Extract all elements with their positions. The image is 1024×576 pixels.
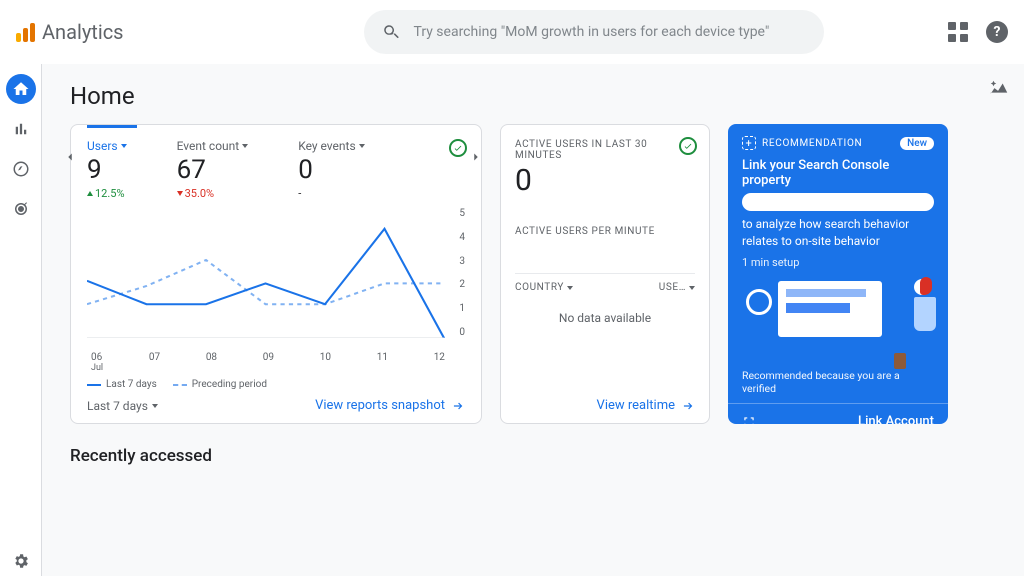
chevron-left-icon	[63, 150, 77, 164]
reco-because: Recommended because you are a verified	[742, 369, 934, 395]
apps-grid-icon[interactable]	[948, 22, 968, 42]
rt-value: 0	[515, 163, 695, 198]
reco-badge: + RECOMMENDATION	[742, 136, 862, 150]
rt-col-users[interactable]: USE…	[659, 282, 695, 293]
nav-admin[interactable]	[6, 546, 36, 576]
reco-illustration	[742, 275, 934, 365]
nav-explore[interactable]	[6, 154, 36, 184]
link-account-button[interactable]: Link Account	[858, 414, 934, 424]
next-arrow[interactable]	[469, 149, 483, 163]
app-name: Analytics	[42, 20, 124, 44]
search-input[interactable]: Try searching "MoM growth in users for e…	[364, 10, 824, 54]
chevron-right-icon	[469, 150, 483, 164]
nav-reports[interactable]	[6, 114, 36, 144]
new-badge: New	[900, 137, 934, 150]
nav-home[interactable]	[6, 74, 36, 104]
caret-down-icon	[567, 286, 573, 290]
home-icon	[12, 80, 30, 98]
plus-icon: +	[742, 136, 756, 150]
caret-down-icon	[152, 404, 158, 408]
reco-title: Link your Search Console property	[742, 158, 934, 188]
verified-badge	[449, 139, 467, 157]
arrow-up-icon	[87, 191, 93, 196]
reco-desc: to analyze how search behavior relates t…	[742, 216, 934, 250]
realtime-card: ACTIVE USERS IN LAST 30 MINUTES 0 ACTIVE…	[500, 124, 710, 424]
view-realtime-link[interactable]: View realtime	[597, 398, 695, 413]
prev-arrow[interactable]	[63, 149, 77, 163]
rt-label: ACTIVE USERS IN LAST 30 MINUTES	[515, 139, 695, 161]
fullscreen-icon[interactable]	[742, 414, 756, 424]
overview-card: Users 9 12.5% Event count 67 35.0% Key e…	[70, 124, 482, 424]
check-icon	[683, 141, 693, 151]
reco-time: 1 min setup	[742, 256, 934, 269]
help-icon[interactable]: ?	[986, 21, 1008, 43]
caret-down-icon	[359, 144, 365, 148]
reports-icon	[12, 120, 30, 138]
metric-keyevents[interactable]: Key events 0 -	[298, 139, 364, 200]
arrow-down-icon	[177, 191, 183, 196]
insights-icon	[988, 78, 1010, 100]
gear-icon	[12, 552, 30, 570]
arrow-right-icon	[451, 399, 465, 413]
rt-sub: ACTIVE USERS PER MINUTE	[515, 226, 695, 237]
caret-down-icon	[689, 286, 695, 290]
caret-down-icon	[242, 144, 248, 148]
recently-accessed-title: Recently accessed	[70, 446, 996, 466]
brand-logo[interactable]: Analytics	[16, 20, 124, 44]
nav-advertising[interactable]	[6, 194, 36, 224]
search-icon	[382, 23, 400, 41]
date-range-selector[interactable]: Last 7 days	[87, 399, 158, 413]
search-placeholder: Try searching "MoM growth in users for e…	[414, 24, 770, 40]
metric-events[interactable]: Event count 67 35.0%	[177, 139, 249, 200]
verified-badge	[679, 137, 697, 155]
target-icon	[12, 200, 30, 218]
recommendation-card: + RECOMMENDATION New Link your Search Co…	[728, 124, 948, 424]
caret-down-icon	[121, 144, 127, 148]
insights-button[interactable]	[988, 78, 1010, 104]
line-chart: 543210	[87, 208, 465, 350]
rt-col-country[interactable]: COUNTRY	[515, 282, 573, 293]
chart-legend: Last 7 days Preceding period	[87, 379, 465, 390]
no-data-label: No data available	[515, 311, 695, 325]
check-icon	[453, 143, 463, 153]
page-title: Home	[70, 82, 996, 110]
arrow-right-icon	[681, 399, 695, 413]
explore-icon	[12, 160, 30, 178]
reco-property-pill[interactable]	[742, 193, 934, 211]
metric-users[interactable]: Users 9 12.5%	[87, 139, 127, 200]
analytics-logo-icon	[16, 22, 36, 42]
view-reports-link[interactable]: View reports snapshot	[315, 398, 465, 413]
